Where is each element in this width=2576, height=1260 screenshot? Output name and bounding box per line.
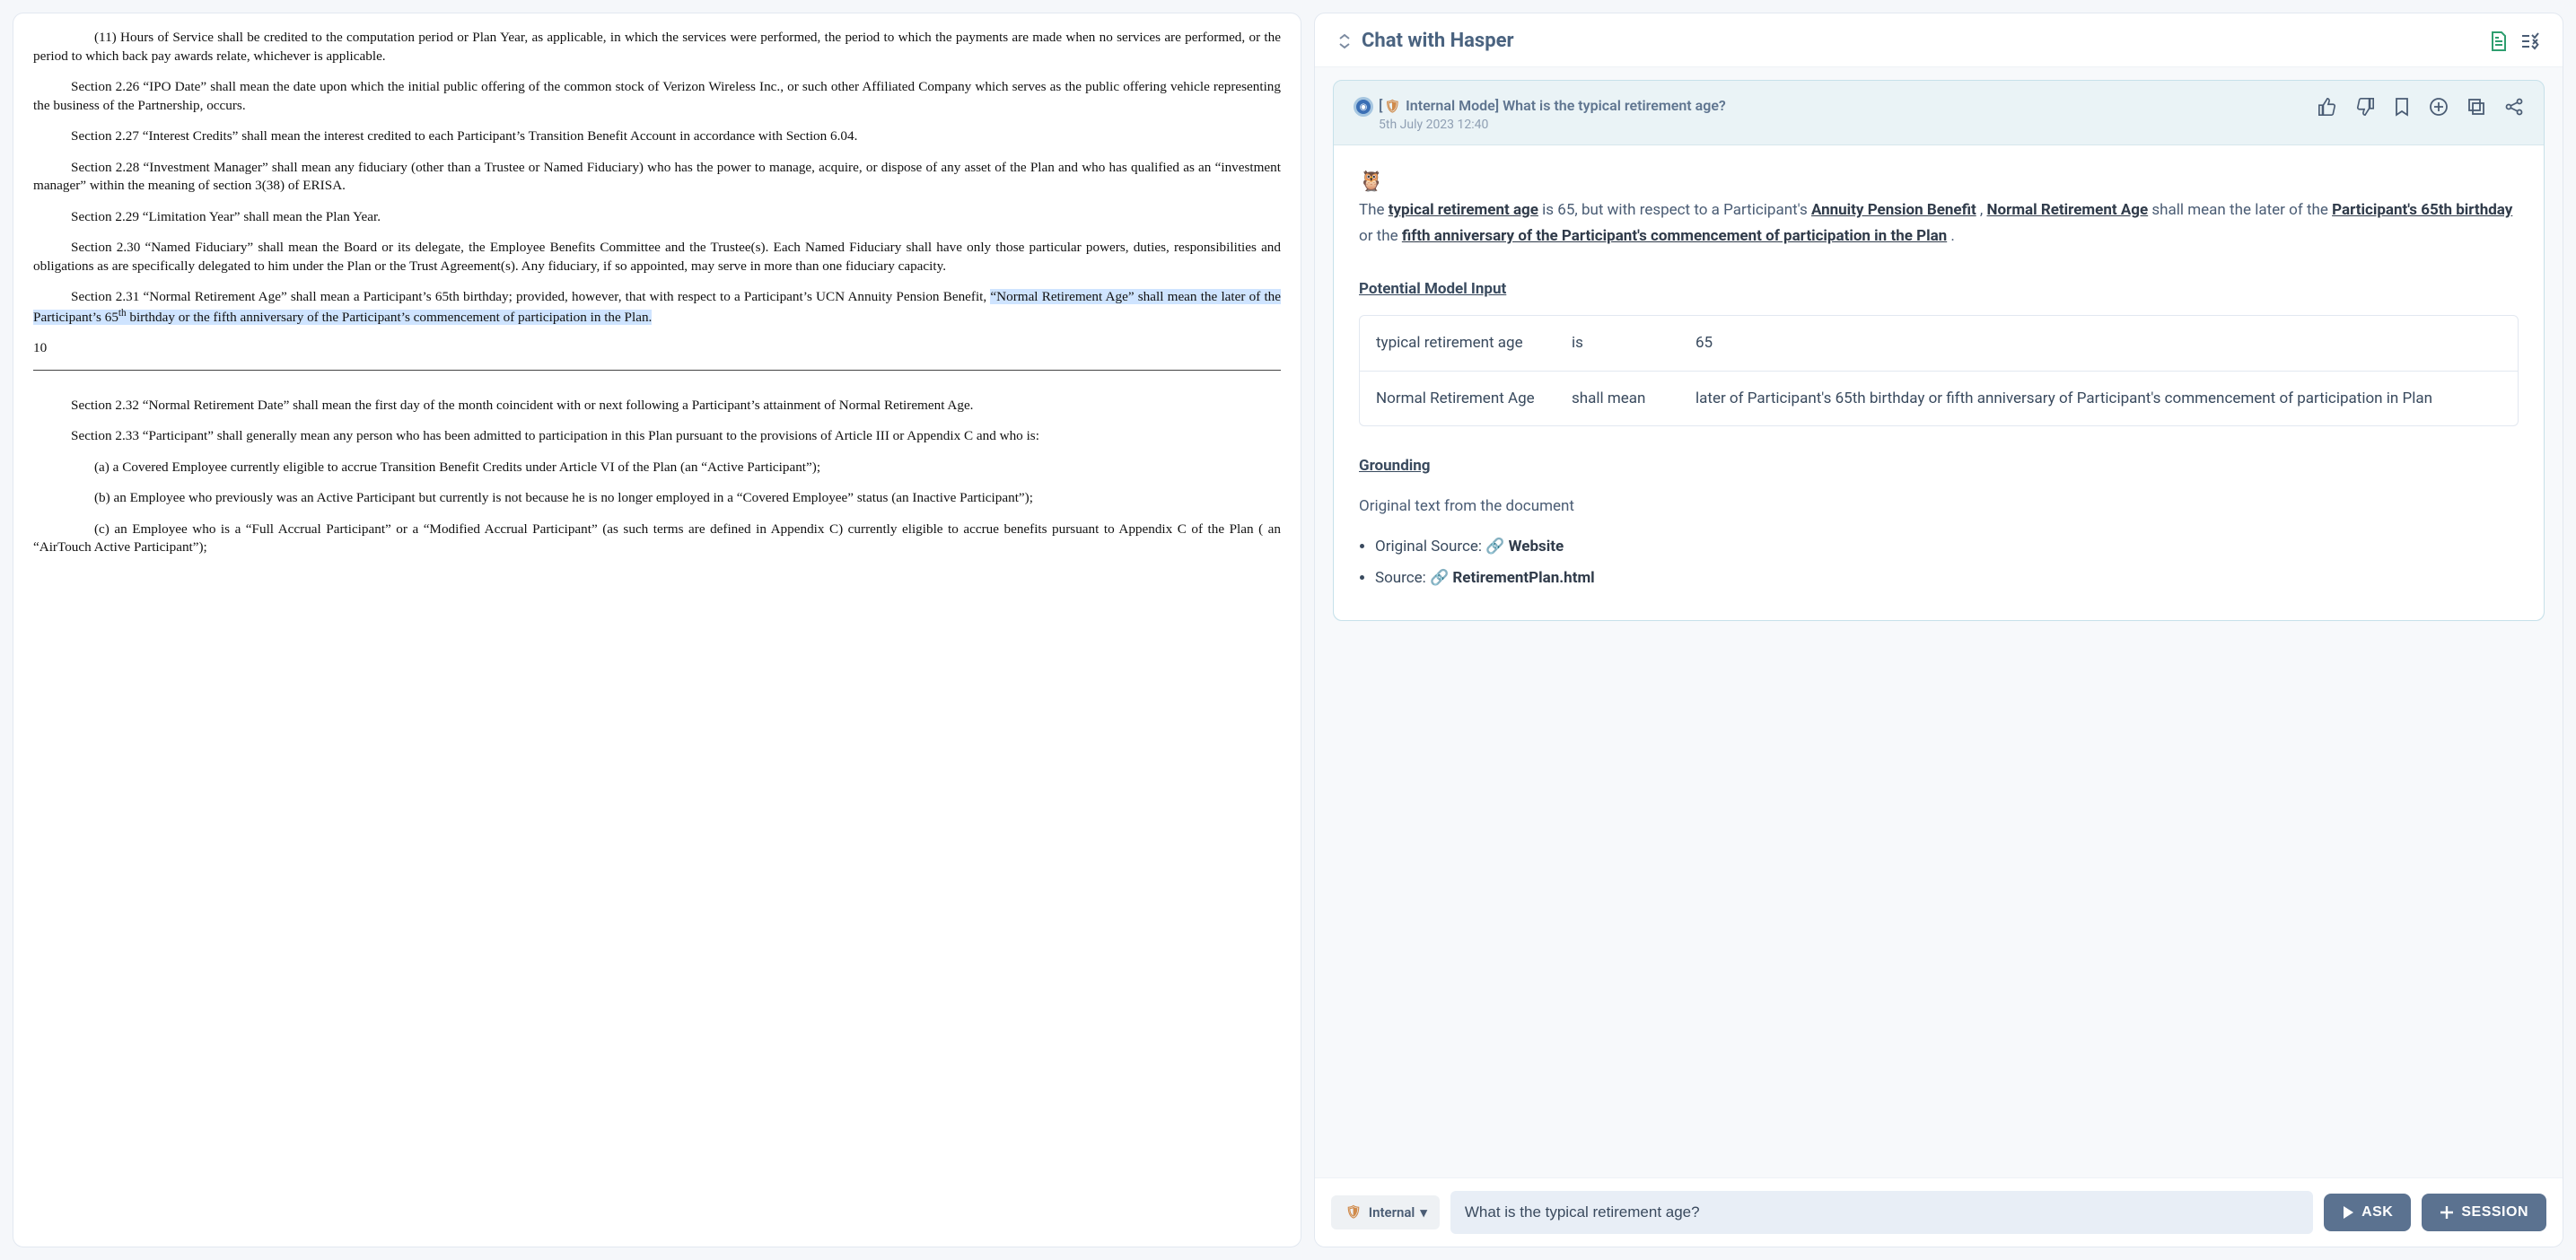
session-button[interactable]: SESSION (2422, 1194, 2546, 1231)
source-link[interactable]: Website (1509, 538, 1564, 556)
timestamp: 5th July 2023 12:40 (1379, 118, 1726, 132)
chat-input[interactable] (1450, 1191, 2313, 1234)
question-text: [🛡 Internal Mode] What is the typical re… (1379, 97, 1726, 114)
chat-body[interactable]: ◉ [🛡 Internal Mode] What is the typical … (1315, 67, 2563, 1177)
shield-icon: 🛡 (1384, 100, 1400, 114)
message-actions (2318, 97, 2524, 117)
link-icon: 🔗 (1485, 538, 1504, 556)
answer-link[interactable]: Normal Retirement Age (1987, 201, 2149, 219)
answer-link[interactable]: typical retirement age (1389, 201, 1538, 219)
document-viewer[interactable]: (11) Hours of Service shall be credited … (13, 13, 1301, 1247)
table-cell: later of Participant's 65th birthday or … (1695, 386, 2502, 412)
copy-icon[interactable] (2466, 97, 2486, 117)
doc-section-231: Section 2.31 “Normal Retirement Age” sha… (33, 288, 1281, 327)
doc-section-233c: (c) an Employee who is a “Full Accrual P… (33, 521, 1281, 557)
table-cell: Normal Retirement Age (1376, 386, 1555, 412)
owl-icon: 🦉 (1359, 165, 1382, 192)
user-avatar-icon: ◉ (1354, 97, 1373, 117)
plus-icon (2440, 1205, 2454, 1220)
source-list: Original Source: 🔗 Website Source: 🔗 Ret… (1375, 534, 2519, 591)
chat-header: Chat with Hasper (1315, 13, 2563, 67)
button-label: SESSION (2461, 1204, 2528, 1221)
table-cell: shall mean (1572, 386, 1679, 412)
message-header: ◉ [🛡 Internal Mode] What is the typical … (1334, 81, 2544, 144)
message-card: ◉ [🛡 Internal Mode] What is the typical … (1333, 80, 2545, 621)
doc-text: Section 2.31 “Normal Retirement Age” sha… (71, 289, 990, 304)
thumbs-up-icon[interactable] (2318, 97, 2337, 117)
answer-link[interactable]: fifth anniversary of the Participant's c… (1402, 227, 1947, 245)
plus-circle-icon[interactable] (2429, 97, 2449, 117)
table-cell: is (1572, 330, 1679, 356)
grounding-heading: Grounding (1359, 453, 2519, 479)
chat-footer: 🛡 Internal ▾ ASK SESSION (1315, 1177, 2563, 1247)
list-item: Source: 🔗 RetirementPlan.html (1375, 565, 2519, 591)
answer-link[interactable]: Participant's 65th birthday (2332, 201, 2512, 219)
document-icon[interactable] (2489, 31, 2509, 52)
page-number: 10 (33, 339, 1281, 358)
chat-panel: Chat with Hasper ◉ [🛡 Internal Mode] Wha… (1314, 13, 2563, 1247)
doc-section-233: Section 2.33 “Participant” shall general… (33, 427, 1281, 446)
table-row: typical retirement age is 65 (1360, 316, 2518, 371)
play-icon (2342, 1205, 2354, 1220)
doc-section-229: Section 2.29 “Limitation Year” shall mea… (33, 208, 1281, 227)
table-cell: 65 (1695, 330, 2502, 356)
model-input-heading: Potential Model Input (1359, 276, 2519, 302)
link-icon: 🔗 (1430, 569, 1449, 587)
button-label: ASK (2361, 1204, 2393, 1221)
table-row: Normal Retirement Age shall mean later o… (1360, 371, 2518, 426)
ask-button[interactable]: ASK (2324, 1194, 2411, 1231)
share-icon[interactable] (2504, 97, 2524, 117)
mode-selector[interactable]: 🛡 Internal ▾ (1331, 1195, 1440, 1229)
collapse-icon[interactable] (1338, 32, 1351, 50)
doc-section-233b: (b) an Employee who previously was an Ac… (33, 489, 1281, 508)
doc-section-230: Section 2.30 “Named Fiduciary” shall mea… (33, 239, 1281, 276)
answer-link[interactable]: Annuity Pension Benefit (1811, 201, 1976, 219)
doc-section-232: Section 2.32 “Normal Retirement Date” sh… (33, 397, 1281, 416)
grounding-text: Original text from the document (1359, 494, 2519, 520)
chat-title: Chat with Hasper (1362, 30, 2478, 52)
table-cell: typical retirement age (1376, 330, 1555, 356)
model-input-table: typical retirement age is 65 Normal Reti… (1359, 315, 2519, 427)
caret-down-icon: ▾ (1420, 1204, 1427, 1221)
answer-text: The typical retirement age is 65, but wi… (1359, 197, 2519, 249)
source-link[interactable]: RetirementPlan.html (1452, 569, 1594, 587)
doc-section-227: Section 2.27 “Interest Credits” shall me… (33, 127, 1281, 146)
doc-section-228: Section 2.28 “Investment Manager” shall … (33, 159, 1281, 196)
answer-body: 🦉 The typical retirement age is 65, but … (1334, 144, 2544, 620)
page-divider (33, 370, 1281, 371)
doc-section-226: Section 2.26 “IPO Date” shall mean the d… (33, 78, 1281, 115)
shield-icon: 🛡 (1345, 1205, 1362, 1220)
doc-paragraph: (11) Hours of Service shall be credited … (33, 29, 1281, 66)
bookmark-icon[interactable] (2393, 97, 2411, 117)
doc-section-233a: (a) a Covered Employee currently eligibl… (33, 459, 1281, 477)
checklist-icon[interactable] (2519, 32, 2539, 50)
mode-label: Internal (1369, 1204, 1415, 1221)
list-item: Original Source: 🔗 Website (1375, 534, 2519, 560)
thumbs-down-icon[interactable] (2355, 97, 2375, 117)
